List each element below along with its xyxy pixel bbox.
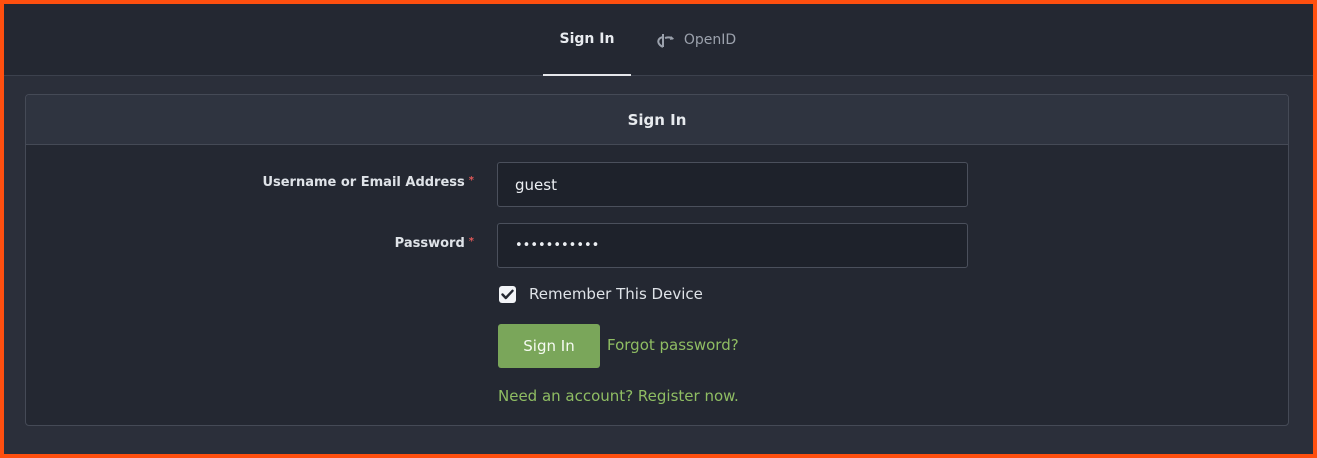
- app-frame: Sign In OpenID Sign In Username or Email…: [4, 4, 1313, 454]
- checkmark-icon: [501, 289, 514, 299]
- tab-openid-label: OpenID: [683, 32, 737, 48]
- tab-sign-in-label: Sign In: [559, 31, 615, 47]
- tab-openid[interactable]: OpenID: [646, 4, 746, 76]
- sign-in-panel: Sign In Username or Email Address * guest…: [25, 94, 1289, 426]
- register-link[interactable]: Need an account? Register now.: [498, 387, 739, 405]
- remember-label: Remember This Device: [529, 285, 703, 303]
- tab-sign-in[interactable]: Sign In: [543, 4, 631, 76]
- required-marker: *: [468, 236, 474, 247]
- username-label: Username or Email Address *: [262, 175, 474, 190]
- username-field[interactable]: guest: [497, 162, 968, 207]
- username-label-text: Username or Email Address: [262, 175, 465, 190]
- openid-icon: [657, 34, 674, 48]
- panel-title: Sign In: [26, 95, 1288, 145]
- password-label-text: Password: [394, 236, 465, 251]
- forgot-password-link[interactable]: Forgot password?: [607, 336, 739, 354]
- sign-in-button[interactable]: Sign In: [498, 324, 600, 368]
- required-marker: *: [468, 175, 474, 186]
- tab-bar: Sign In OpenID: [4, 4, 1313, 76]
- password-label: Password *: [395, 236, 474, 251]
- password-field[interactable]: •••••••••••: [497, 223, 968, 268]
- remember-device-toggle[interactable]: Remember This Device: [499, 285, 703, 303]
- remember-checkbox[interactable]: [499, 285, 516, 303]
